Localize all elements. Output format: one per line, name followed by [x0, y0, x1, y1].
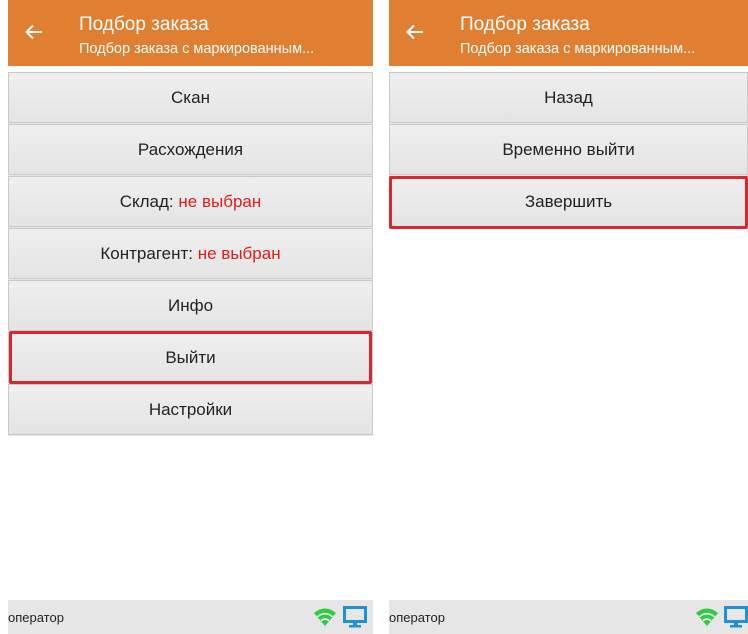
- counterparty-value: не выбран: [197, 243, 281, 263]
- left-screen: Подбор заказа Подбор заказа с маркирован…: [8, 0, 373, 634]
- page-title: Подбор заказа: [460, 14, 590, 35]
- operator-label: оператор: [389, 610, 445, 625]
- discrepancies-button-label: Расхождения: [137, 139, 244, 159]
- scan-button-label: Скан: [171, 87, 210, 107]
- monitor-icon: [724, 606, 748, 628]
- warehouse-button[interactable]: Склад: не выбран: [8, 176, 373, 227]
- counterparty-button[interactable]: Контрагент: не выбран: [8, 228, 373, 279]
- scan-button[interactable]: Скан: [8, 72, 373, 123]
- info-button-label: Инфо: [167, 295, 214, 315]
- app-bar: Подбор заказа Подбор заказа с маркирован…: [389, 0, 748, 66]
- warehouse-value: не выбран: [178, 191, 262, 211]
- page-title: Подбор заказа: [79, 14, 209, 35]
- temp-exit-button-label: Временно выйти: [502, 139, 635, 159]
- app-bar: Подбор заказа Подбор заказа с маркирован…: [8, 0, 373, 66]
- wifi-icon: [695, 607, 719, 627]
- menu-list: Скан Расхождения Склад: не выбран Контра…: [8, 72, 373, 436]
- exit-button[interactable]: Выйти: [8, 332, 373, 383]
- back-arrow-icon[interactable]: [403, 20, 427, 44]
- temp-exit-button[interactable]: Временно выйти: [389, 124, 748, 175]
- menu-list: Назад Временно выйти Завершить: [389, 72, 748, 228]
- discrepancies-button[interactable]: Расхождения: [8, 124, 373, 175]
- back-button[interactable]: Назад: [389, 72, 748, 123]
- exit-button-label: Выйти: [165, 347, 216, 367]
- info-button[interactable]: Инфо: [8, 280, 373, 331]
- status-bar: оператор: [8, 600, 373, 634]
- wifi-icon: [313, 607, 337, 627]
- page-subtitle: Подбор заказа с маркированным...: [460, 41, 696, 57]
- finish-button[interactable]: Завершить: [389, 176, 748, 227]
- back-button-label: Назад: [544, 87, 593, 107]
- status-bar: оператор: [389, 600, 748, 634]
- settings-button-label: Настройки: [148, 399, 233, 419]
- monitor-icon: [343, 606, 367, 628]
- right-screen: Подбор заказа Подбор заказа с маркирован…: [389, 0, 748, 634]
- operator-label: оператор: [8, 610, 64, 625]
- settings-button[interactable]: Настройки: [8, 384, 373, 435]
- page-subtitle: Подбор заказа с маркированным...: [79, 41, 315, 57]
- back-arrow-icon[interactable]: [22, 20, 46, 44]
- finish-button-label: Завершить: [524, 191, 613, 211]
- counterparty-label: Контрагент:: [100, 243, 198, 263]
- warehouse-label: Склад:: [119, 191, 179, 211]
